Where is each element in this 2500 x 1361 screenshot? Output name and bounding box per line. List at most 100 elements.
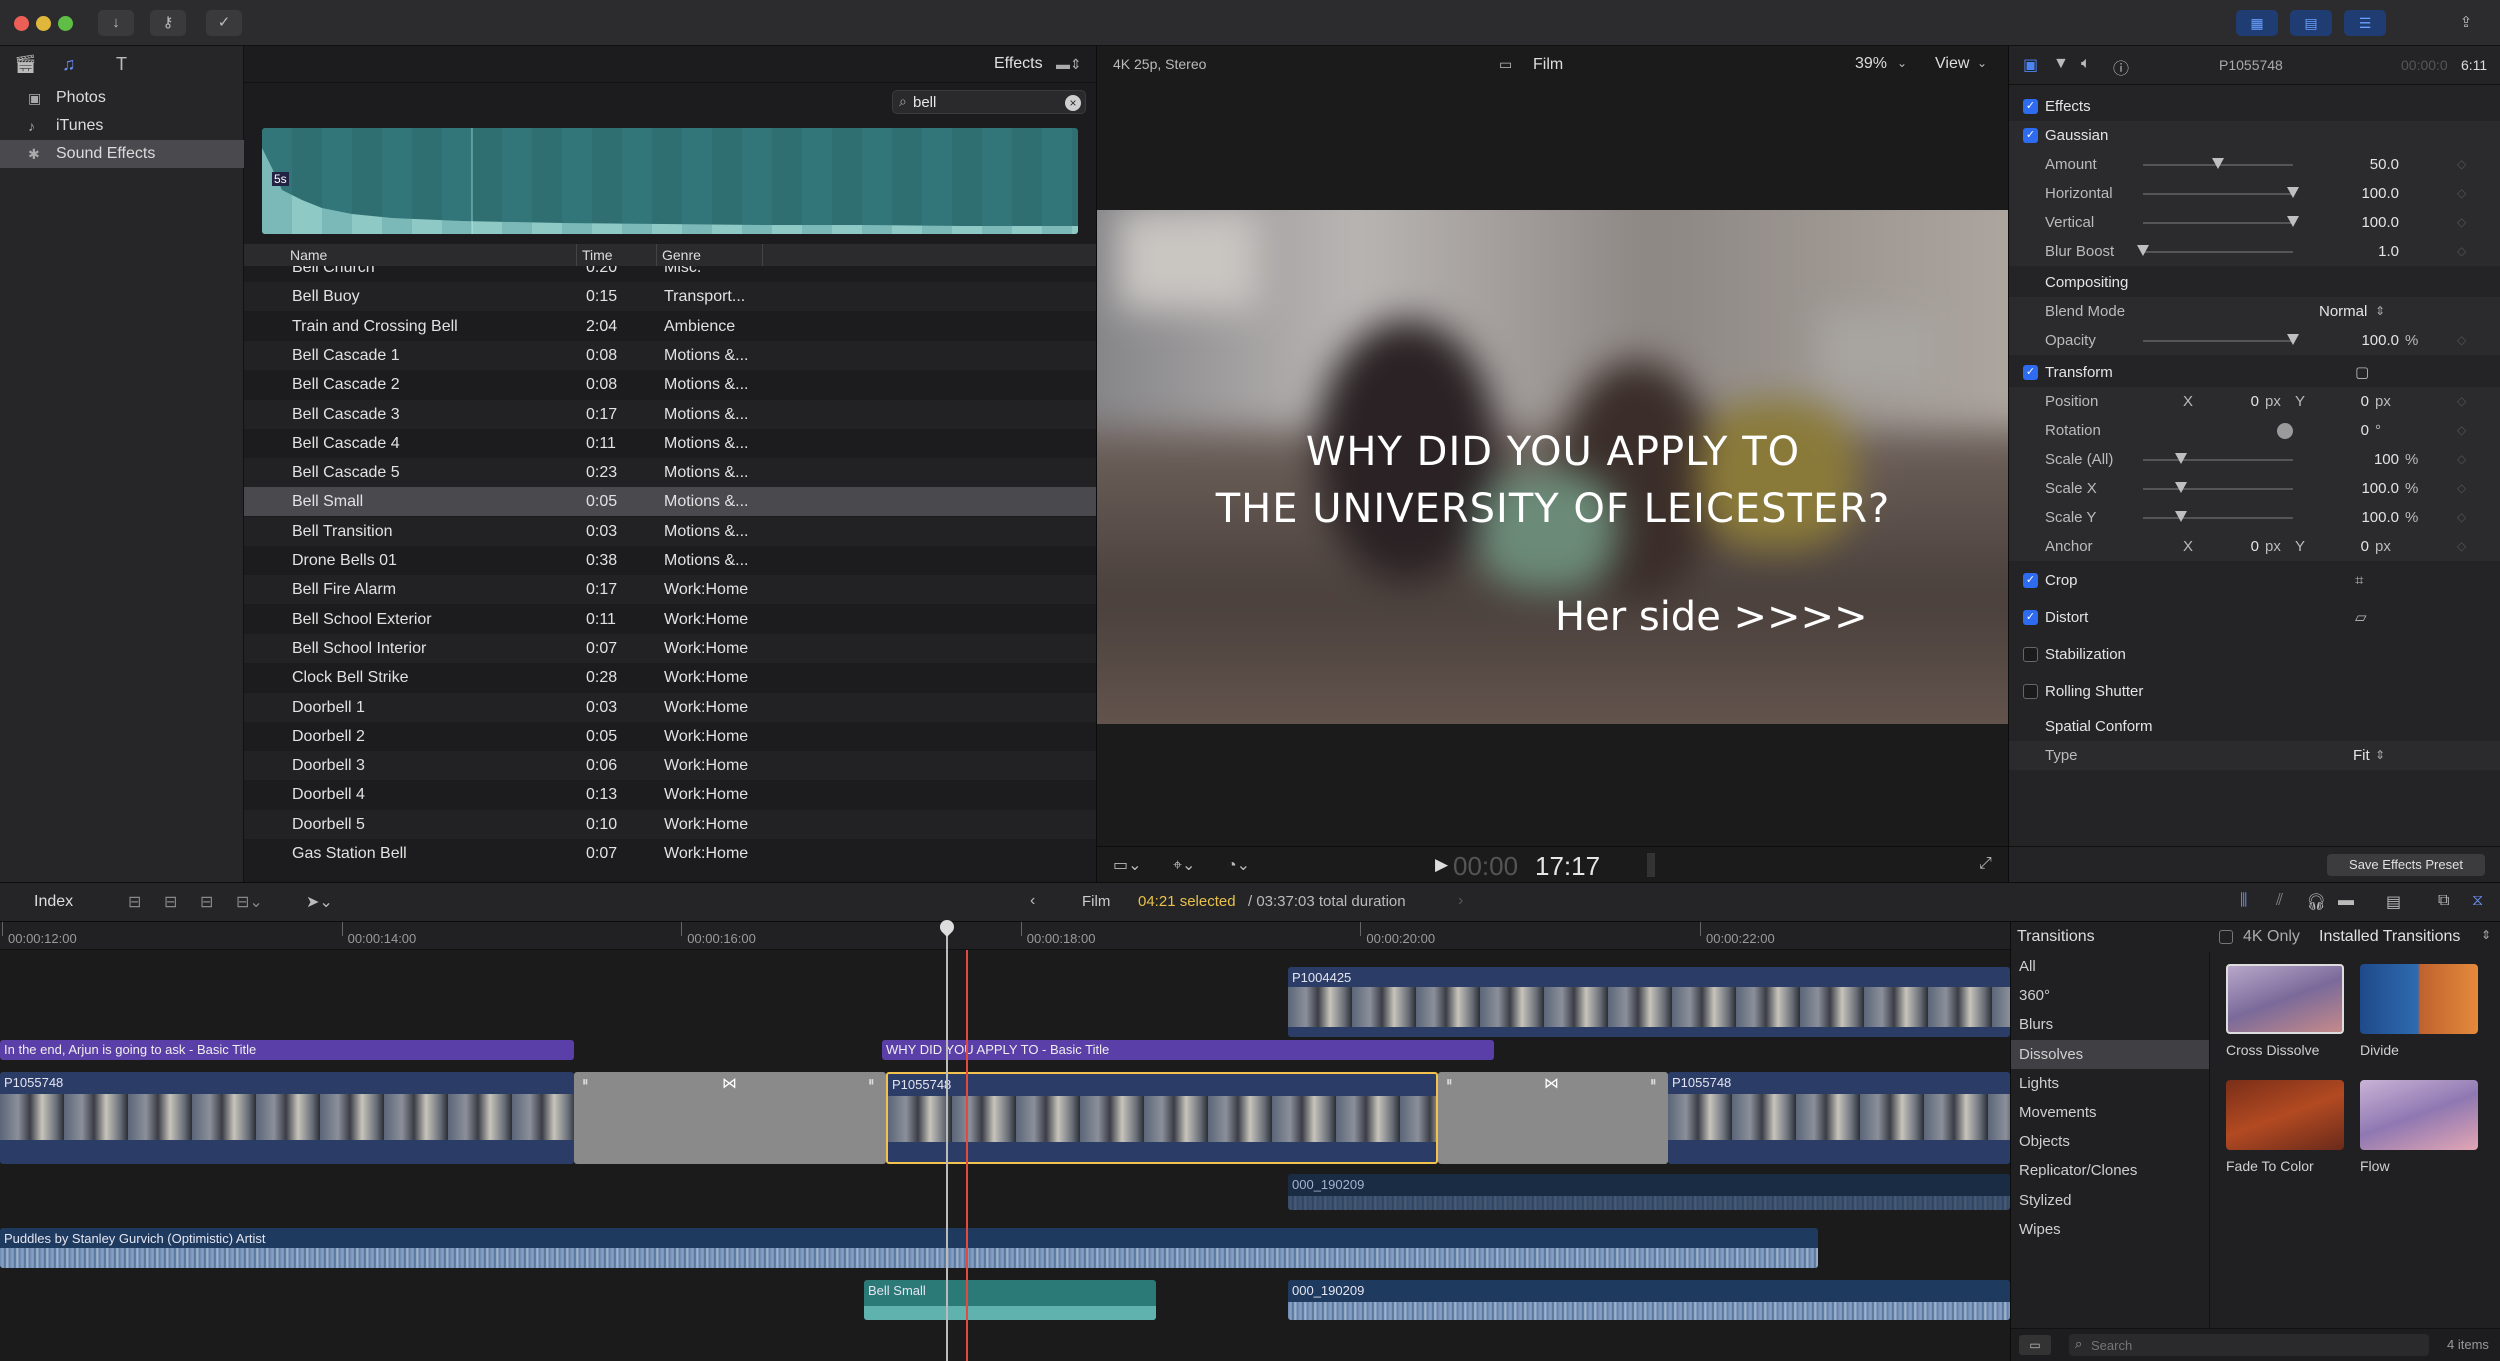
list-item[interactable]: Bell Cascade 5 0:23 Motions &... — [244, 458, 1096, 488]
connected-clip[interactable]: P1004425 — [1288, 967, 2010, 1037]
transition-category-item[interactable]: Stylized — [2011, 1186, 2209, 1215]
library-item-photos[interactable]: ▣ Photos — [0, 84, 244, 112]
snapping-icon[interactable]: ⫽ — [2276, 892, 2283, 910]
param-slider[interactable] — [2143, 222, 2293, 224]
keyframe-icon[interactable]: ◇ — [2457, 445, 2466, 474]
close-window-button[interactable] — [14, 16, 29, 31]
transitions-browser-icon[interactable]: ⧖ — [2472, 892, 2483, 910]
transitions-search-field[interactable]: ⌕ — [2069, 1334, 2429, 1356]
column-name[interactable]: Name — [290, 244, 327, 266]
connect-clip-icon[interactable]: ⊟ — [128, 892, 141, 912]
anchor-y-value[interactable]: 0 — [2349, 532, 2369, 561]
keyframe-icon[interactable]: ◇ — [2457, 208, 2466, 237]
save-effects-preset-button[interactable]: Save Effects Preset — [2327, 854, 2485, 876]
index-button[interactable]: Index — [34, 893, 73, 911]
transition-category-item[interactable]: Lights — [2011, 1069, 2209, 1098]
transition-thumbnail[interactable] — [2226, 964, 2344, 1034]
list-item[interactable]: Doorbell 4 0:13 Work:Home — [244, 780, 1096, 809]
selected-primary-clip[interactable]: P1055748 — [886, 1072, 1438, 1164]
sliders-icon[interactable]: ☰ — [2344, 10, 2386, 36]
param-slider-knob[interactable] — [2287, 216, 2299, 227]
timecode-display[interactable]: 17:17 — [1535, 851, 1600, 882]
view-menu[interactable]: View — [1935, 55, 1969, 73]
rotation-value[interactable]: 0 — [2349, 416, 2369, 445]
list-item[interactable]: Bell Fire Alarm 0:17 Work:Home — [244, 575, 1096, 605]
transition-thumbnail[interactable] — [2360, 964, 2478, 1034]
download-icon[interactable]: ↓ — [98, 10, 134, 36]
grid-icon[interactable]: ▦ — [2236, 10, 2278, 36]
transition-category-item[interactable]: Dissolves — [2011, 1039, 2209, 1069]
rolling-shutter-header[interactable]: Rolling Shutter — [2009, 677, 2500, 706]
keyframe-icon[interactable]: ◇ — [2457, 179, 2466, 208]
distort-onscreen-icon[interactable]: ▱ — [2355, 603, 2367, 632]
param-value[interactable]: 50.0 — [2329, 150, 2399, 179]
keyframe-icon[interactable]: ◇ — [2457, 326, 2466, 355]
speed-icon[interactable]: ◔⌄ — [1227, 855, 1250, 875]
scale-x-slider[interactable] — [2143, 488, 2293, 490]
folder-icon[interactable]: ▬⇕ — [1056, 56, 1082, 73]
music-photos-icon[interactable]: ♫ — [62, 54, 84, 74]
search-input[interactable] — [913, 93, 1053, 111]
position-y-value[interactable]: 0 — [2349, 387, 2369, 416]
list-item[interactable]: Bell Buoy 0:15 Transport... — [244, 282, 1096, 312]
view-options-icon[interactable]: ▭⌄ — [1113, 855, 1142, 875]
play-icon[interactable]: ▶ — [1435, 855, 1448, 875]
clapper-icon[interactable]: 🎬︎ — [14, 54, 37, 74]
scale-all-slider[interactable] — [2143, 459, 2293, 461]
title-clip[interactable]: In the end, Arjun is going to ask - Basi… — [0, 1040, 574, 1060]
scale-all-slider-knob[interactable] — [2175, 453, 2187, 464]
overwrite-clip-icon[interactable]: ⊟⌄ — [236, 892, 263, 912]
filmstrip-icon[interactable]: ▤ — [2290, 10, 2332, 36]
anchor-x-value[interactable]: 0 — [2239, 532, 2259, 561]
param-value[interactable]: 1.0 — [2329, 237, 2399, 266]
timeline[interactable]: 00:00:12:00 00:00:14:00 00:00:16:00 00:00:1… — [0, 917, 2010, 1361]
gaussian-checkbox[interactable]: ✓ — [2023, 128, 2038, 143]
transition-clip[interactable]: ⏸ ⋈ ⏸ — [574, 1072, 886, 1164]
list-item[interactable]: Gas Station Bell 0:07 Work:Home — [244, 839, 1096, 868]
transitions-search-input[interactable] — [2091, 1336, 2411, 1354]
transform-tool-icon[interactable]: ⌖⌄ — [1173, 855, 1195, 875]
transition-category-item[interactable]: Movements — [2011, 1098, 2209, 1127]
zoom-dropdown[interactable]: 39% — [1855, 55, 1887, 73]
clip-appearance-icon[interactable]: ▤ — [2386, 892, 2401, 912]
keyframe-icon[interactable]: ◇ — [2457, 416, 2466, 445]
list-item[interactable]: Bell Cascade 4 0:11 Motions &... — [244, 429, 1096, 458]
list-item[interactable]: Train and Crossing Bell 2:04 Ambience — [244, 312, 1096, 341]
transition-category-item[interactable]: Wipes — [2011, 1215, 2209, 1244]
scale-y-slider-knob[interactable] — [2175, 511, 2187, 522]
title-clip[interactable]: WHY DID YOU APPLY TO - Basic Title — [882, 1040, 1494, 1060]
share-icon[interactable]: ⇪ — [2448, 10, 2484, 36]
scale-all-value[interactable]: 100 — [2329, 445, 2399, 474]
crop-checkbox[interactable]: ✓ — [2023, 573, 2038, 588]
effects-browser-icon[interactable]: ⧉ — [2438, 892, 2449, 910]
minimize-window-button[interactable] — [36, 16, 51, 31]
fullscreen-icon[interactable]: ⤢ — [1979, 855, 1992, 873]
transition-category-item[interactable]: 360° — [2011, 981, 2209, 1010]
select-tool-icon[interactable]: ➤⌄ — [306, 892, 333, 912]
append-clip-icon[interactable]: ⊟ — [200, 892, 213, 912]
video-inspector-icon[interactable]: ▣ — [2023, 55, 2038, 75]
list-item[interactable]: Doorbell 1 0:03 Work:Home — [244, 692, 1096, 722]
list-item[interactable]: Doorbell 5 0:10 Work:Home — [244, 809, 1096, 839]
crop-header[interactable]: ✓ Crop ⌗ — [2009, 566, 2500, 595]
transform-checkbox[interactable]: ✓ — [2023, 365, 2038, 380]
history-forward-icon[interactable]: › — [1458, 892, 1463, 910]
headphones-icon[interactable]: 🎧︎ — [2306, 892, 2326, 912]
audio-inspector-icon[interactable]: 🔈︎ — [2081, 55, 2091, 73]
browser-header-title[interactable]: Effects — [994, 55, 1043, 73]
list-item[interactable]: Clock Bell Strike 0:28 Work:Home — [244, 663, 1096, 692]
opacity-slider-knob[interactable] — [2287, 334, 2299, 345]
music-audio-clip[interactable]: Puddles by Stanley Gurvich (Optimistic) … — [0, 1228, 1818, 1268]
audio-skimming-icon[interactable]: ⫼ — [2240, 892, 2247, 910]
primary-clip[interactable]: P1055748 — [1668, 1072, 2010, 1164]
key-icon[interactable]: ⚷ — [150, 10, 186, 36]
transition-thumbnail[interactable] — [2226, 1080, 2344, 1150]
connected-audio-clip[interactable]: 000_190209 — [1288, 1174, 2010, 1210]
spatial-type-popup[interactable]: Fit — [2353, 741, 2370, 770]
timeline-ruler[interactable]: 00:00:12:00 00:00:14:00 00:00:16:00 00:00:1… — [0, 922, 2010, 950]
insert-clip-icon[interactable]: ⊟ — [164, 892, 177, 912]
info-inspector-icon[interactable]: ⓘ — [2113, 55, 2129, 79]
list-item[interactable]: Bell Cascade 2 0:08 Motions &... — [244, 370, 1096, 399]
param-slider[interactable] — [2143, 193, 2293, 195]
crop-onscreen-icon[interactable]: ⌗ — [2355, 566, 2363, 595]
